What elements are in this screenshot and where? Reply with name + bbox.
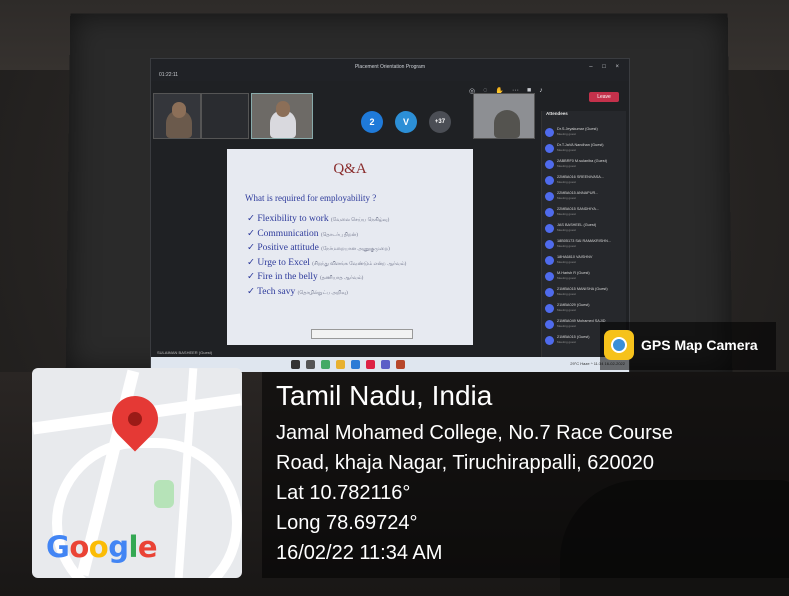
shared-slide: Q&A What is required for employability ?… <box>227 149 473 345</box>
search-icon[interactable] <box>306 360 315 369</box>
avatar <box>545 256 554 265</box>
powerpoint-icon[interactable] <box>396 360 405 369</box>
gps-lens-icon <box>611 337 627 353</box>
projected-meeting-window: Placement Orientation Program – □ × 01:2… <box>150 58 630 374</box>
video-tile-self <box>473 93 535 139</box>
attendee-item[interactable]: 18HA6810 VAISHNV Meeting guest <box>545 255 625 267</box>
longitude: Long 78.69724° <box>276 512 418 534</box>
google-logo-letter: g <box>108 530 129 564</box>
more-participants-avatar: +37 <box>429 111 451 133</box>
speaker-head <box>276 101 290 117</box>
taskview-icon[interactable] <box>321 360 330 369</box>
slide-bullet-list: ✓ Flexibility to work (வேலை செய்ய நெகிழ்… <box>247 213 406 300</box>
latitude: Lat 10.782116° <box>276 482 411 504</box>
avatar <box>545 288 554 297</box>
attendee-item[interactable]: Dr.S.Jeyakumar (Guest) Meeting guest <box>545 127 625 139</box>
avatar <box>545 224 554 233</box>
avatar <box>545 192 554 201</box>
taskbar-apps <box>291 360 405 369</box>
attendee-item[interactable]: 22MBA015 SANDHIYA... Meeting guest <box>545 207 625 219</box>
avatar <box>545 128 554 137</box>
attendee-item[interactable]: M.Harish R (Guest) Meeting guest <box>545 271 625 283</box>
attendee-item[interactable]: 18B05173 SAI RAMAKRISHN... Meeting guest <box>545 239 625 251</box>
location-pin-dot <box>128 412 142 426</box>
google-logo-letter: l <box>128 530 138 564</box>
attendee-panel: Attendees Dr.S.Jeyakumar (Guest) Meeting … <box>541 111 626 357</box>
slide-bullet: ✓ Positive attitude (நேர்மறையான அணுகுமுற… <box>247 243 390 253</box>
start-icon[interactable] <box>291 360 300 369</box>
slide-bullet: ✓ Tech savy (தொழில்நுட்ப அறிவு) <box>247 286 348 297</box>
self-figure <box>494 110 520 138</box>
folder-icon[interactable] <box>336 360 345 369</box>
avatar <box>545 176 554 185</box>
google-logo-letter: e <box>137 530 158 564</box>
gps-camera-label: GPS Map Camera <box>641 337 758 353</box>
avatar <box>545 272 554 281</box>
slide-bullet: ✓ Communication (தொடர்பு திறன்) <box>247 228 358 239</box>
google-logo-letter: G <box>46 530 70 564</box>
address-line-1: Jamal Mohamed College, No.7 Race Course <box>276 422 673 444</box>
attendee-item[interactable]: 2ABBRF0 M.sulaniba (Guest) Meeting guest <box>545 159 625 171</box>
avatar <box>545 336 554 345</box>
avatar <box>545 208 554 217</box>
edge-icon[interactable] <box>351 360 360 369</box>
attendee-item[interactable]: 21MBA015 MANISHA (Guest) Meeting guest <box>545 287 625 299</box>
slide-title: Q&A <box>333 161 367 177</box>
attendee-item[interactable]: JAS BASHEEL (Guest) Meeting guest <box>545 223 625 235</box>
slide-question: What is required for employability ? <box>245 193 377 203</box>
meeting-titlebar: Placement Orientation Program – □ × <box>151 59 629 81</box>
attendee-item[interactable]: 22MBA016 SREENIVASA... Meeting guest <box>545 175 625 187</box>
google-logo-letter: o <box>88 530 109 564</box>
mic-icon[interactable]: ♪ <box>539 87 543 95</box>
timestamp: 16/02/22 11:34 AM <box>276 542 443 564</box>
attendee-item[interactable]: Dr.T.JaVA Nandhan (Guest) Meeting guest <box>545 143 625 155</box>
sharing-notification-bar[interactable] <box>311 329 413 339</box>
photo-scene: Placement Orientation Program – □ × 01:2… <box>0 0 789 596</box>
avatar <box>545 320 554 329</box>
video-tile <box>153 93 201 139</box>
meeting-title: Placement Orientation Program <box>354 64 426 70</box>
participant-avatar: 2 <box>361 111 383 133</box>
location-title: Tamil Nadu, India <box>276 380 493 411</box>
chrome-icon[interactable] <box>366 360 375 369</box>
google-logo: Google <box>46 530 158 564</box>
slide-bullet: ✓ Fire in the belly (தணியாத ஆர்வம்) <box>247 272 364 282</box>
avatar <box>545 160 554 169</box>
participant-head <box>172 102 186 118</box>
map-park <box>154 480 174 508</box>
attendee-panel-title: Attendees <box>546 111 568 116</box>
teams-icon[interactable] <box>381 360 390 369</box>
avatar <box>545 304 554 313</box>
attendee-item[interactable]: 22MBA015 ANNAPUR... Meeting guest <box>545 191 625 203</box>
leave-button[interactable]: Leave <box>589 92 619 102</box>
address-line-2: Road, khaja Nagar, Tiruchirappalli, 6200… <box>276 452 655 474</box>
meeting-timer: 01:22:11 <box>159 72 179 78</box>
attendee-item[interactable]: 21MBA029 (Guest) Meeting guest <box>545 303 625 315</box>
slide-bullet: ✓ Flexibility to work (வேலை செய்ய நெகிழ்… <box>247 214 390 224</box>
map-thumbnail: Google <box>32 368 242 578</box>
slide-bullet: ✓ Urge to Excel (சிறந்து விளங்க வேண்டும்… <box>247 257 407 268</box>
video-tile <box>201 93 249 139</box>
google-logo-letter: o <box>69 530 89 564</box>
avatar <box>545 240 554 249</box>
participant-avatar: V <box>395 111 417 133</box>
presenter-label: SULAIMAN BASHEER (Guest) <box>157 350 213 355</box>
window-controls-icon: – □ × <box>589 64 623 70</box>
video-tile-speaker <box>251 93 313 139</box>
avatar <box>545 144 554 153</box>
